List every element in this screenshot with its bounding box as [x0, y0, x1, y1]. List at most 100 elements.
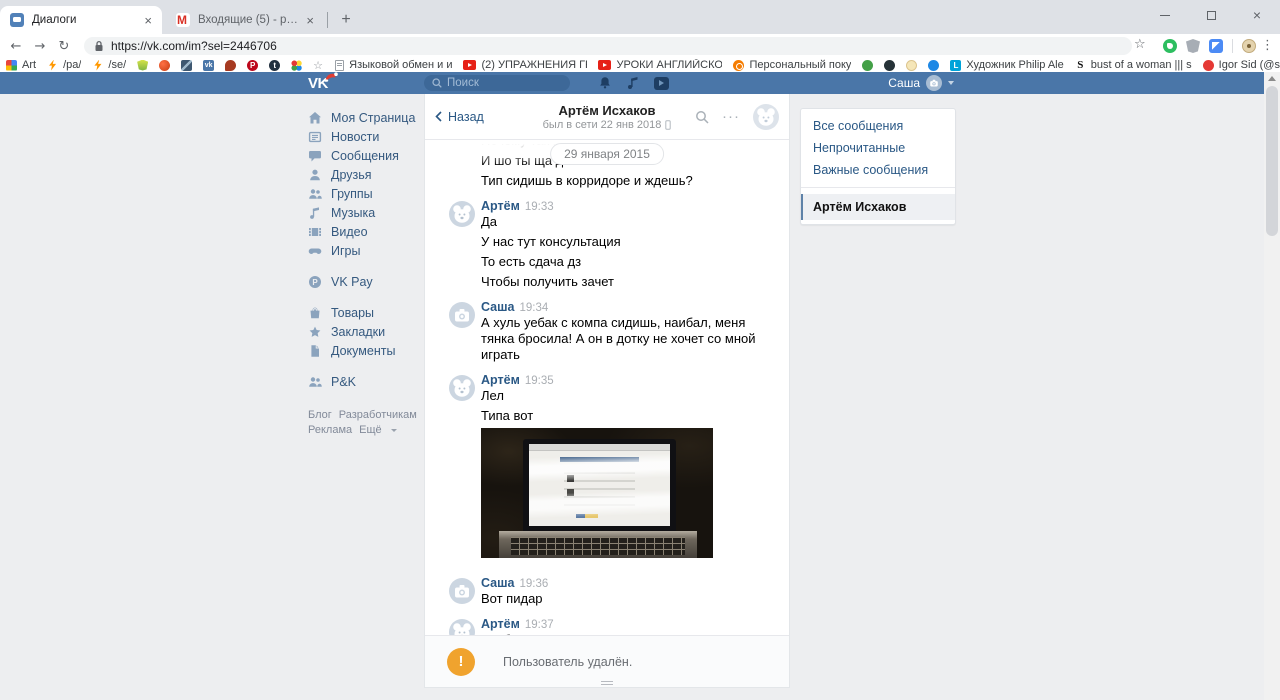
- close-tab-icon[interactable]: ×: [306, 14, 314, 27]
- profile-menu[interactable]: Саша: [888, 75, 954, 91]
- bookmark-item[interactable]: /se/: [92, 59, 126, 71]
- footer-link-blog[interactable]: Блог: [308, 409, 332, 421]
- filter-all-messages[interactable]: Все сообщения: [801, 115, 955, 137]
- home-icon: [309, 111, 321, 123]
- minimize-button[interactable]: [1142, 0, 1188, 30]
- sidebar-item-friends[interactable]: Друзья: [308, 165, 424, 184]
- back-button[interactable]: ←: [4, 39, 28, 54]
- chat-actions-menu-icon[interactable]: ···: [722, 109, 740, 124]
- sidebar-item-my-page[interactable]: Моя Страница: [308, 108, 424, 127]
- bookmark-item[interactable]: Персональный поку: [733, 59, 851, 71]
- close-tab-icon[interactable]: ×: [144, 14, 152, 27]
- message-author[interactable]: Артём: [481, 199, 520, 213]
- search-input[interactable]: Поиск: [424, 75, 570, 91]
- message-text: Лел: [481, 388, 504, 403]
- avatar[interactable]: [449, 578, 475, 604]
- avatar[interactable]: [449, 201, 475, 227]
- sidebar-item-news[interactable]: Новости: [308, 127, 424, 146]
- gmail-favicon-icon: [176, 13, 190, 27]
- bookmark-star-icon[interactable]: ☆: [1134, 37, 1146, 52]
- dark-square-favicon-icon: [181, 59, 193, 71]
- avatar[interactable]: [449, 375, 475, 401]
- sidebar-item-bookmarks[interactable]: Закладки: [308, 322, 424, 341]
- people-icon: [309, 376, 322, 387]
- url-field[interactable]: https://vk.com/im?sel=2446706: [84, 37, 1132, 55]
- bookmark-item[interactable]: [928, 59, 940, 71]
- bookmark-item[interactable]: Igor Sid (@sidwill) —: [1202, 59, 1280, 71]
- round-extension-icon[interactable]: [1242, 39, 1256, 53]
- forward-button[interactable]: →: [28, 39, 52, 54]
- bookmark-item[interactable]: ☆: [313, 60, 324, 71]
- blue-extension-icon[interactable]: [1209, 39, 1223, 53]
- footer-link-ads[interactable]: Реклама: [308, 424, 352, 436]
- vk-logo[interactable]: VK: [308, 71, 340, 92]
- browser-menu-icon[interactable]: ⋮: [1261, 38, 1274, 53]
- sidebar-item-documents[interactable]: Документы: [308, 341, 424, 360]
- new-tab-button[interactable]: +: [334, 8, 358, 32]
- bookmark-item[interactable]: vk: [203, 59, 215, 71]
- sidebar-item-groups[interactable]: Группы: [308, 184, 424, 203]
- bookmark-item[interactable]: P: [247, 59, 259, 71]
- date-separator[interactable]: 29 января 2015: [550, 143, 664, 165]
- bookmark-item[interactable]: [291, 59, 303, 71]
- resize-grip[interactable]: [601, 681, 613, 685]
- tab-gmail[interactable]: Входящие (5) - paha2121@gma ×: [166, 6, 324, 34]
- avatar[interactable]: [449, 619, 475, 635]
- message-photo-attachment[interactable]: [481, 428, 713, 558]
- bookmark-item[interactable]: /pa/: [47, 59, 81, 71]
- bookmark-item[interactable]: L Художник Philip Ale: [950, 59, 1064, 71]
- search-in-chat-icon[interactable]: [695, 110, 709, 124]
- message-author[interactable]: Артём: [481, 617, 520, 631]
- chevron-left-icon: [435, 111, 442, 122]
- camera-avatar-icon: [930, 79, 938, 87]
- bookmark-item[interactable]: [862, 59, 874, 71]
- sidebar-item-video[interactable]: Видео: [308, 222, 424, 241]
- bookmark-item[interactable]: [225, 59, 237, 71]
- sidebar-item-messages[interactable]: Сообщения: [308, 146, 424, 165]
- bookmark-item[interactable]: t: [269, 59, 281, 71]
- avatar[interactable]: [449, 302, 475, 328]
- sidebar-item-games[interactable]: Игры: [308, 241, 424, 260]
- video-player-icon[interactable]: [654, 76, 669, 90]
- message-author[interactable]: Саша: [481, 576, 515, 590]
- scroll-up-icon[interactable]: [1268, 76, 1276, 81]
- dog-avatar-icon: [453, 205, 471, 223]
- reload-button[interactable]: ↻: [52, 39, 76, 54]
- bookmark-item[interactable]: Языковой обмен и и: [335, 59, 452, 71]
- bookmark-item[interactable]: Sbust of a woman ||| s: [1075, 59, 1191, 71]
- bookmark-item[interactable]: [159, 59, 171, 71]
- sidebar-item-market[interactable]: Товары: [308, 303, 424, 322]
- bookmark-item[interactable]: [137, 59, 149, 71]
- bookmark-item[interactable]: [884, 59, 896, 71]
- close-window-button[interactable]: ×: [1234, 0, 1280, 30]
- notifications-bell-icon[interactable]: [598, 76, 612, 90]
- tab-dialogs[interactable]: Диалоги ×: [0, 6, 162, 34]
- star-outline-icon: ☆: [313, 58, 324, 72]
- search-icon: [432, 78, 442, 88]
- filter-unread[interactable]: Непрочитанные: [801, 137, 955, 159]
- sidebar-item-pk[interactable]: P&K: [308, 372, 424, 391]
- bookmark-item[interactable]: [181, 59, 193, 71]
- page-scrollbar[interactable]: [1264, 72, 1280, 700]
- filter-current-dialog[interactable]: Артём Исхаков: [801, 194, 955, 220]
- tumblr-favicon-icon: t: [269, 59, 281, 71]
- sidebar-item-vk-pay[interactable]: P VK Pay: [308, 272, 424, 291]
- bookmark-item[interactable]: [906, 59, 918, 71]
- message-text: Тип сидишь в корридоре и ждешь?: [481, 173, 693, 188]
- message-author[interactable]: Саша: [481, 300, 515, 314]
- music-icon[interactable]: [627, 76, 639, 90]
- message-author[interactable]: Артём: [481, 373, 520, 387]
- sidebar-item-music[interactable]: Музыка: [308, 203, 424, 222]
- shield-extension-icon[interactable]: [1186, 39, 1200, 53]
- bookmark-item[interactable]: (2) УПРАЖНЕНИЯ ГР: [463, 59, 587, 71]
- evernote-extension-icon[interactable]: [1163, 39, 1177, 53]
- filter-important[interactable]: Важные сообщения: [801, 159, 955, 181]
- bookmark-item[interactable]: Art: [6, 59, 36, 71]
- scrollbar-thumb[interactable]: [1266, 86, 1278, 236]
- chat-peer-avatar[interactable]: [753, 103, 779, 130]
- back-button[interactable]: Назад: [435, 110, 484, 124]
- maximize-button[interactable]: [1188, 0, 1234, 30]
- bookmark-item[interactable]: УРОКИ АНГЛИЙСКО: [598, 59, 722, 71]
- footer-link-more[interactable]: Ещё: [359, 424, 404, 436]
- footer-link-developers[interactable]: Разработчикам: [339, 409, 417, 421]
